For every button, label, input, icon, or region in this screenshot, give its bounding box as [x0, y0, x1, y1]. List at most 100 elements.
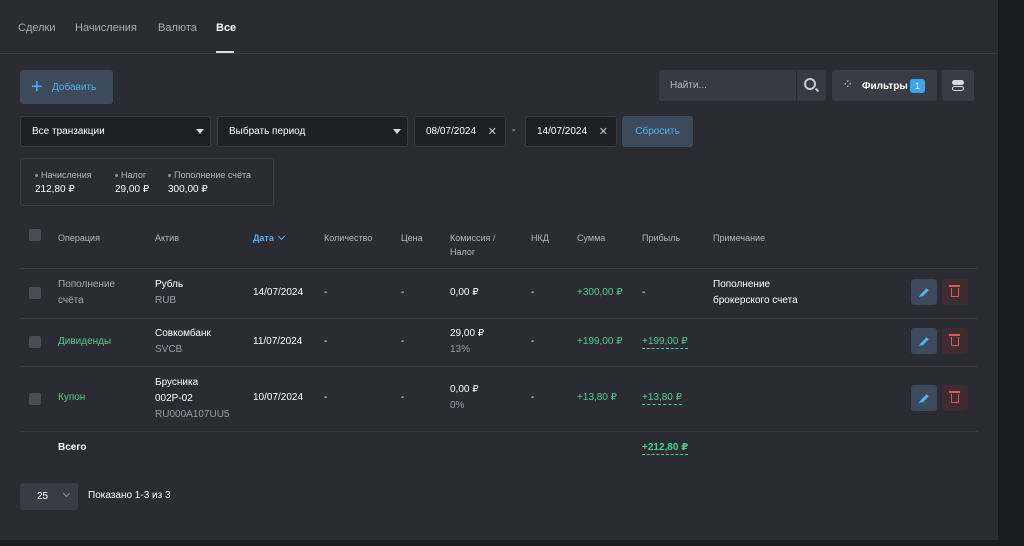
asset-name-line1: Брусника [155, 377, 199, 388]
header-quantity[interactable]: Количество [324, 231, 372, 245]
search-field[interactable]: Найти... [659, 70, 826, 101]
clear-date-to-icon[interactable]: ✕ [599, 125, 608, 138]
filters-button[interactable]: ⁘ Фильтры 1 [832, 70, 937, 101]
tab-all[interactable]: Все [216, 22, 236, 34]
reset-button[interactable]: Сбросить [622, 116, 693, 147]
row-profit: +13,80 ₽ [642, 390, 683, 406]
row-operation: Пополнение счёта [58, 277, 115, 309]
filters-count-badge: 1 [910, 79, 925, 93]
row-asset[interactable]: Совкомбанк SVCB [155, 326, 211, 358]
row-date: 11/07/2024 [253, 336, 303, 347]
header-profit[interactable]: Прибыль [642, 231, 680, 245]
row-note-line2: брокерского счета [713, 295, 798, 306]
edit-button[interactable] [911, 279, 937, 305]
trash-icon [949, 285, 960, 297]
row-operation: Дивиденды [58, 336, 112, 347]
row-checkbox[interactable] [29, 336, 41, 348]
summary-value: 300,00 ₽ [168, 184, 208, 195]
row-nkd: - [531, 287, 535, 298]
total-label: Всего [58, 442, 87, 453]
summary-box: Начисления 212,80 ₽ Налог 29,00 ₽ Пополн… [20, 158, 274, 206]
asset-code: RUB [155, 295, 177, 306]
row-price: - [401, 287, 405, 298]
pencil-icon [920, 337, 929, 346]
edit-button[interactable] [911, 385, 937, 411]
caret-down-icon [393, 129, 401, 134]
filters-button-label: Фильтры [862, 81, 908, 92]
pencil-icon [920, 394, 929, 403]
row-operation-line2: счёта [58, 295, 84, 306]
header-date[interactable]: Дата [253, 231, 285, 245]
row-date: 10/07/2024 [253, 392, 304, 403]
asset-name: Рубль [155, 279, 184, 290]
row-asset[interactable]: Рубль RUB [155, 277, 183, 309]
total-profit-value: +212,80 ₽ [642, 442, 689, 455]
period-select[interactable]: Выбрать период [217, 116, 408, 147]
delete-button[interactable] [942, 279, 968, 305]
caret-down-icon [196, 129, 204, 134]
header-sum[interactable]: Сумма [577, 231, 605, 245]
page-size-value: 25 [37, 491, 49, 502]
row-sum: +13,80 ₽ [577, 392, 618, 403]
header-price[interactable]: Цена [401, 231, 423, 245]
add-button[interactable]: + Добавить [20, 70, 113, 104]
select-all-checkbox[interactable] [29, 229, 41, 241]
sort-desc-icon [277, 232, 285, 241]
clear-date-from-icon[interactable]: ✕ [488, 125, 497, 138]
row-quantity: - [324, 392, 328, 403]
date-to-value: 14/07/2024 [537, 126, 588, 137]
header-asset[interactable]: Актив [155, 231, 179, 245]
tab-currency[interactable]: Валюта [158, 22, 197, 34]
commission-value: 29,00 ₽ [450, 328, 485, 339]
summary-label: Пополнение счёта [168, 170, 251, 180]
row-profit: - [642, 287, 646, 298]
header-commission-line1: Комиссия / [450, 233, 496, 243]
search-input[interactable]: Найти... [670, 80, 707, 91]
tab-deals[interactable]: Сделки [18, 22, 56, 34]
summary-label: Начисления [35, 170, 92, 180]
toggle-icon [952, 80, 964, 85]
summary-value: 212,80 ₽ [35, 184, 75, 195]
row-asset[interactable]: Брусника 002P-02 RU000A107UU5 [155, 375, 230, 423]
page-size-select[interactable]: 25 [20, 483, 78, 510]
summary-accruals: Начисления 212,80 ₽ [35, 170, 92, 195]
row-sum: +300,00 ₽ [577, 287, 623, 298]
row-checkbox[interactable] [29, 287, 41, 299]
row-profit: +199,00 ₽ [642, 334, 688, 350]
date-from-field[interactable]: 08/07/2024 ✕ [414, 116, 506, 147]
header-operation[interactable]: Операция [58, 231, 100, 245]
row-note: Пополнение брокерского счета [713, 277, 798, 309]
row-commission: 29,00 ₽ 13% [450, 326, 484, 358]
search-divider [796, 70, 797, 101]
commission-value: 0,00 ₽ [450, 384, 479, 395]
date-from-value: 08/07/2024 [426, 126, 477, 137]
delete-button[interactable] [942, 328, 968, 354]
asset-name: Совкомбанк [155, 328, 211, 339]
header-commission-line2: Налог [450, 247, 476, 257]
view-toggle-button[interactable] [942, 70, 974, 101]
header-divider [20, 268, 978, 269]
trash-icon [949, 391, 960, 403]
summary-value: 29,00 ₽ [115, 184, 150, 195]
header-note: Примечание [713, 233, 766, 243]
asset-name-line2: 002P-02 [155, 393, 193, 404]
chevron-down-icon [62, 489, 71, 498]
row-commission: 0,00 ₽ [450, 287, 479, 298]
tax-rate: 0% [450, 400, 465, 411]
header-commission[interactable]: Комиссия / Налог [450, 231, 495, 259]
delete-button[interactable] [942, 385, 968, 411]
search-icon[interactable] [804, 78, 816, 90]
tab-bar: Сделки Начисления Валюта Все [0, 0, 998, 54]
transaction-type-select[interactable]: Все транзакции [20, 116, 211, 147]
edit-button[interactable] [911, 328, 937, 354]
row-nkd: - [531, 336, 535, 347]
row-profit-value: +199,00 ₽ [642, 336, 688, 349]
tab-accruals[interactable]: Начисления [75, 22, 137, 34]
header-nkd[interactable]: НКД [531, 231, 549, 245]
pagination-info: Показано 1-3 из 3 [88, 490, 171, 501]
add-button-label: Добавить [52, 82, 97, 93]
date-to-field[interactable]: 14/07/2024 ✕ [525, 116, 617, 147]
row-checkbox[interactable] [29, 393, 41, 405]
row-price: - [401, 336, 405, 347]
summary-label: Налог [115, 170, 149, 180]
